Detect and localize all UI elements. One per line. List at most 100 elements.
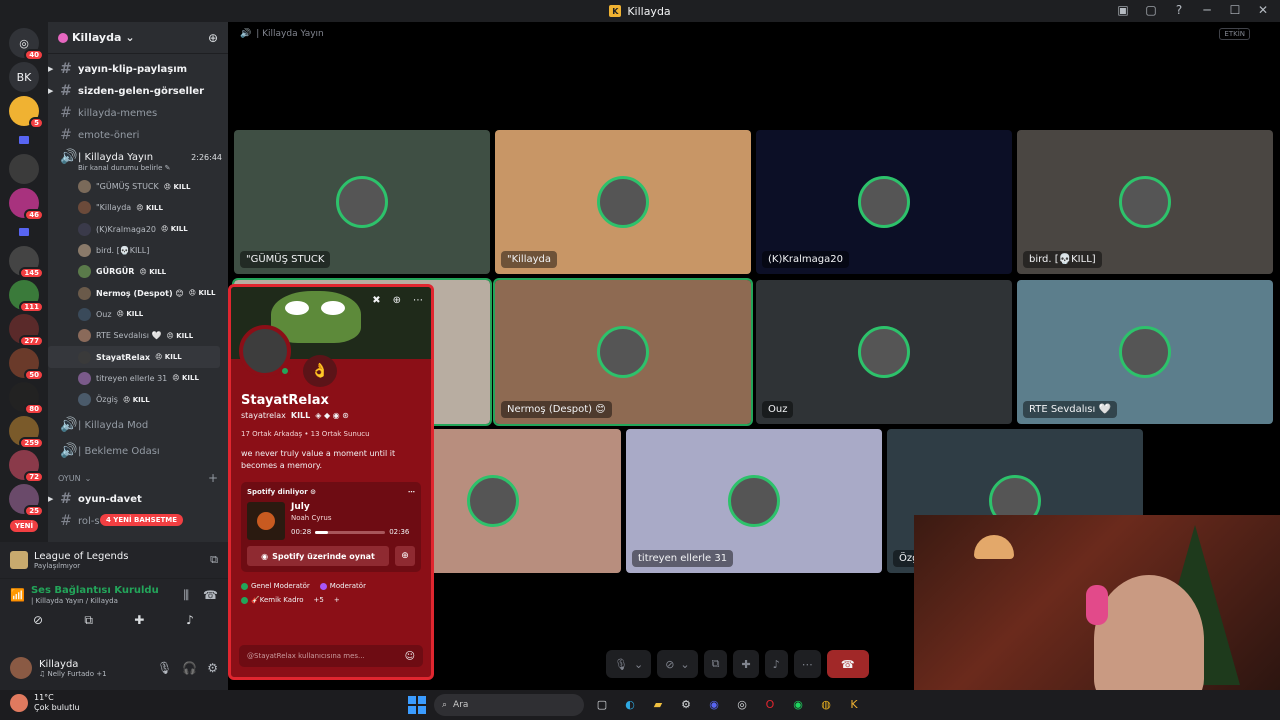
- activities-icon[interactable]: ✚: [125, 613, 153, 631]
- microphone-icon[interactable]: 🎙: [157, 661, 172, 675]
- participant-tile[interactable]: bird. [💀KILL]: [1017, 130, 1273, 274]
- disconnect-button[interactable]: ☎: [826, 650, 869, 678]
- screen-icon[interactable]: ▢: [1144, 3, 1158, 17]
- voice-user[interactable]: Ouz 😠 KILL: [48, 304, 228, 325]
- new-badge[interactable]: YENİ: [9, 520, 39, 532]
- opera-icon[interactable]: O: [760, 695, 780, 715]
- voice-user[interactable]: bird. [💀KILL]: [48, 240, 228, 261]
- channel-item[interactable]: # emote-öneri: [48, 124, 228, 146]
- server-icon[interactable]: 72: [9, 450, 44, 483]
- server-icon[interactable]: 259: [9, 416, 44, 449]
- participant-tile[interactable]: RTE Sevdalısı 🤍: [1017, 280, 1273, 424]
- add-member-icon[interactable]: ⊕: [208, 31, 218, 45]
- share-screen-icon[interactable]: ⧉: [210, 553, 218, 567]
- more-icon[interactable]: ⋯: [413, 295, 423, 306]
- role-pill[interactable]: 🎸Kemik Kadro: [241, 596, 304, 604]
- activities-button[interactable]: ✚: [733, 650, 759, 678]
- help-icon[interactable]: ?: [1172, 3, 1186, 17]
- add-friend-icon[interactable]: ⊕: [393, 295, 401, 306]
- participant-tile[interactable]: Ouz: [756, 280, 1012, 424]
- category-oyun[interactable]: OYUN ⌄ +: [48, 468, 228, 488]
- settings-icon[interactable]: ⚙: [676, 695, 696, 715]
- avatar[interactable]: [10, 657, 32, 679]
- server-icon[interactable]: [14, 222, 34, 242]
- listen-along-button[interactable]: ⊕: [395, 546, 415, 566]
- channel-item[interactable]: ▶ # yayın-klip-paylaşım: [48, 58, 228, 80]
- disconnect-icon[interactable]: ☎: [203, 588, 218, 602]
- guild-header[interactable]: Killayda ⌄ ⊕: [48, 22, 228, 54]
- noise-suppression-icon[interactable]: ⫼: [184, 588, 190, 603]
- server-icon[interactable]: 145: [9, 246, 44, 279]
- add-role-icon[interactable]: +: [334, 596, 340, 604]
- headphones-icon[interactable]: 🎧: [182, 661, 197, 675]
- minimize-button[interactable]: ─: [1200, 3, 1214, 17]
- server-icon[interactable]: 50: [9, 348, 44, 381]
- server-icon[interactable]: BK: [9, 62, 39, 92]
- song-title[interactable]: July: [291, 502, 409, 512]
- killayda-app-icon[interactable]: K: [844, 695, 864, 715]
- voice-user[interactable]: Özgiş 😠 KILL: [48, 389, 228, 410]
- taskbar-search[interactable]: ⌕ Ara: [434, 694, 584, 716]
- weather-widget[interactable]: 11°C Çok bulutlu: [10, 693, 80, 712]
- song-artist[interactable]: Noah Cyrus: [291, 514, 409, 522]
- server-icon[interactable]: 111: [9, 280, 44, 313]
- server-icon[interactable]: [9, 154, 39, 184]
- gear-icon[interactable]: ⚙: [207, 661, 218, 675]
- participant-tile[interactable]: (K)Kralmaga20: [756, 130, 1012, 274]
- voice-channel-path[interactable]: | Killayda Yayın / Killayda: [31, 597, 159, 605]
- channel-rol[interactable]: # rol-s 4 YENİ BAHSETME: [48, 510, 228, 532]
- edge-icon[interactable]: ◐: [620, 695, 640, 715]
- voice-user[interactable]: (K)Kralmaga20 😠 KILL: [48, 219, 228, 240]
- more-icon[interactable]: ⋯: [408, 488, 415, 496]
- add-channel-icon[interactable]: +: [208, 471, 218, 485]
- server-icon[interactable]: 46: [9, 188, 44, 221]
- voice-user[interactable]: "GÜMÜŞ STUCK 😠 KILL: [48, 176, 228, 197]
- server-icon[interactable]: 80: [9, 382, 44, 415]
- discord-icon[interactable]: ◉: [704, 695, 724, 715]
- voice-channel-item[interactable]: 🔊 | Killayda Mod: [48, 414, 228, 436]
- soundboard-icon[interactable]: ♪: [176, 613, 204, 631]
- mic-toggle[interactable]: 🎙 ⌄: [606, 650, 652, 678]
- camera-off-icon[interactable]: ⊘: [24, 613, 52, 631]
- voice-user[interactable]: "Killayda 😠 KILL: [48, 197, 228, 218]
- windows-start-icon[interactable]: [408, 696, 426, 714]
- channel-item[interactable]: ▶ # sizden-gelen-görseller: [48, 80, 228, 102]
- server-icon[interactable]: 25: [9, 484, 44, 517]
- mute-icon[interactable]: ✖: [372, 295, 380, 306]
- play-on-spotify-button[interactable]: ◉ Spotify üzerinde oynat: [247, 546, 389, 566]
- participant-tile[interactable]: "GÜMÜŞ STUCK: [234, 130, 490, 274]
- inbox-icon[interactable]: ▣: [1116, 3, 1130, 17]
- role-pill[interactable]: Genel Moderatör: [241, 582, 310, 590]
- more-button[interactable]: ⋯: [793, 650, 821, 678]
- voice-channel-yayin[interactable]: 🔊 | Killayda Yayın 2:26:44: [48, 146, 228, 168]
- file-explorer-icon[interactable]: ▰: [648, 695, 668, 715]
- camera-toggle[interactable]: ⊘ ⌄: [657, 650, 698, 678]
- emoji-icon[interactable]: ☺: [405, 651, 415, 662]
- server-icon[interactable]: 5: [9, 96, 44, 129]
- task-view-icon[interactable]: ▢: [592, 695, 612, 715]
- voice-user[interactable]: GÜRGÜR 😠 KILL: [48, 261, 228, 282]
- voice-user[interactable]: RTE Sevdalısı 🤍 😠 KILL: [48, 325, 228, 346]
- channel-oyun-davet[interactable]: ▶ # oyun-davet: [48, 488, 228, 510]
- channel-item[interactable]: # killayda-memes: [48, 102, 228, 124]
- soundboard-button[interactable]: ♪: [764, 650, 788, 678]
- voice-user[interactable]: titreyen ellerle 31 😠 KILL: [48, 368, 228, 389]
- screen-share-button[interactable]: ⧉: [703, 650, 728, 678]
- server-icon[interactable]: ◎ 40: [9, 28, 44, 61]
- role-pill[interactable]: +5: [314, 596, 324, 604]
- role-pill[interactable]: Moderatör: [319, 582, 366, 590]
- screen-share-icon[interactable]: ⧉: [75, 613, 103, 631]
- spotify-icon[interactable]: ◉: [788, 695, 808, 715]
- mutual-info[interactable]: 17 Ortak Arkadaş • 13 Ortak Sunucu: [241, 430, 421, 438]
- voice-user[interactable]: Nermoş (Despot) 😊 😠 KILL: [48, 282, 228, 303]
- participant-tile[interactable]: Nermoş (Despot) 😊: [493, 278, 753, 426]
- chrome-icon[interactable]: ◍: [816, 695, 836, 715]
- maximize-button[interactable]: ☐: [1228, 3, 1242, 17]
- new-mentions-pill[interactable]: 4 YENİ BAHSETME: [100, 514, 184, 527]
- close-button[interactable]: ✕: [1256, 3, 1270, 17]
- steam-icon[interactable]: ◎: [732, 695, 752, 715]
- message-input[interactable]: @StayatRelax kullanıcısına mes... ☺: [239, 645, 423, 667]
- voice-user[interactable]: StayatRelax 😠 KILL: [48, 346, 220, 368]
- server-icon[interactable]: [14, 130, 34, 150]
- participant-tile[interactable]: titreyen ellerle 31: [626, 429, 882, 573]
